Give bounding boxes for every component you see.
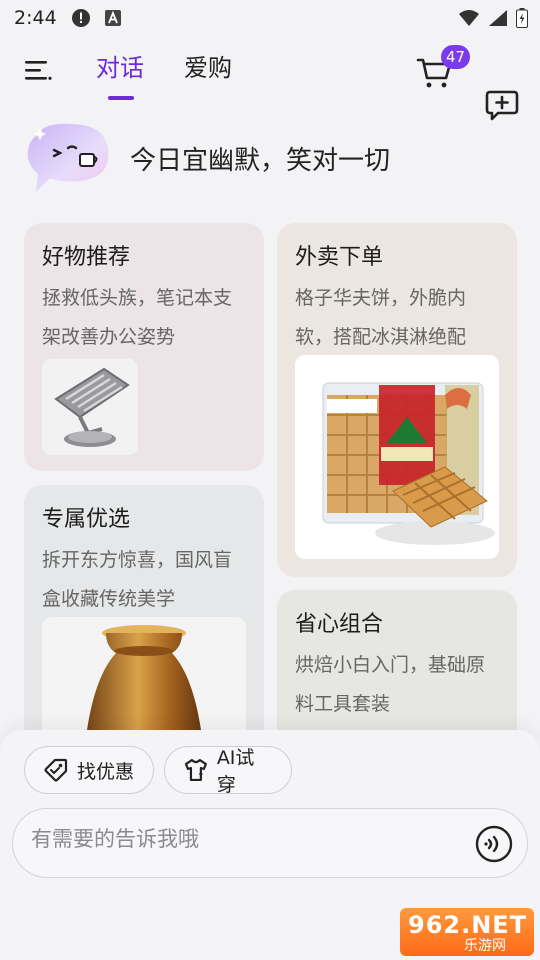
coupon-tag-icon xyxy=(44,758,68,782)
card-description: 格子华夫饼，外脆内软，搭配冰淇淋绝配 xyxy=(295,287,467,348)
battery-icon xyxy=(516,8,528,33)
laptop-stand-image xyxy=(42,359,138,455)
card-description: 拯救低头族，笔记本支架改善办公姿势 xyxy=(42,287,233,348)
card-takeout[interactable]: 外卖下单 格子华夫饼，外脆内软，搭配冰淇淋绝配 xyxy=(277,223,517,577)
status-time: 2:44 xyxy=(14,7,57,29)
card-title: 外卖下单 xyxy=(295,245,384,270)
app-notification-icon xyxy=(103,8,123,28)
watermark-subtext: 乐游网 xyxy=(464,938,506,954)
message-input[interactable] xyxy=(31,827,451,851)
site-watermark-logo: 962.NET 乐游网 xyxy=(400,908,534,956)
status-bar: 2:44 xyxy=(0,0,540,36)
voice-wave-icon xyxy=(475,825,513,863)
tab-shop[interactable]: 爱购 xyxy=(184,50,232,90)
card-title: 专属优选 xyxy=(42,507,131,532)
alert-icon xyxy=(71,8,91,28)
menu-button[interactable] xyxy=(22,56,54,86)
card-description: 烘焙小白入门，基础原料工具套装 xyxy=(295,654,486,715)
ai-try-on-button[interactable]: AI试穿 xyxy=(164,746,292,796)
greeting-row: 今日宜幽默，笑对一切 xyxy=(24,120,390,196)
find-deals-label: 找优惠 xyxy=(77,760,135,783)
ai-try-on-label: AI试穿 xyxy=(216,747,255,796)
cart-count-badge: 47 xyxy=(441,45,471,69)
mascot-avatar xyxy=(27,123,109,192)
message-input-container[interactable] xyxy=(12,808,528,878)
card-title: 好物推荐 xyxy=(42,245,131,270)
wifi-icon xyxy=(458,9,480,32)
card-exclusive[interactable]: 专属优选 拆开东方惊喜，国风盲盒收藏传统美学 xyxy=(24,485,264,765)
tshirt-icon xyxy=(184,758,207,782)
new-chat-button[interactable] xyxy=(484,88,520,122)
card-recommend[interactable]: 好物推荐 拯救低头族，笔记本支架改善办公姿势 xyxy=(24,223,264,471)
waffle-product-image xyxy=(295,355,499,559)
active-tab-indicator xyxy=(108,96,134,100)
signal-icon xyxy=(488,9,508,32)
greeting-text: 今日宜幽默，笑对一切 xyxy=(130,145,391,176)
find-deals-button[interactable]: 找优惠 xyxy=(24,746,154,794)
card-description: 拆开东方惊喜，国风盲盒收藏传统美学 xyxy=(42,549,233,610)
menu-icon xyxy=(25,61,52,80)
new-chat-icon xyxy=(485,90,519,121)
card-title: 省心组合 xyxy=(295,612,384,637)
tab-chat[interactable]: 对话 xyxy=(96,50,144,90)
voice-input-button[interactable] xyxy=(475,825,513,863)
